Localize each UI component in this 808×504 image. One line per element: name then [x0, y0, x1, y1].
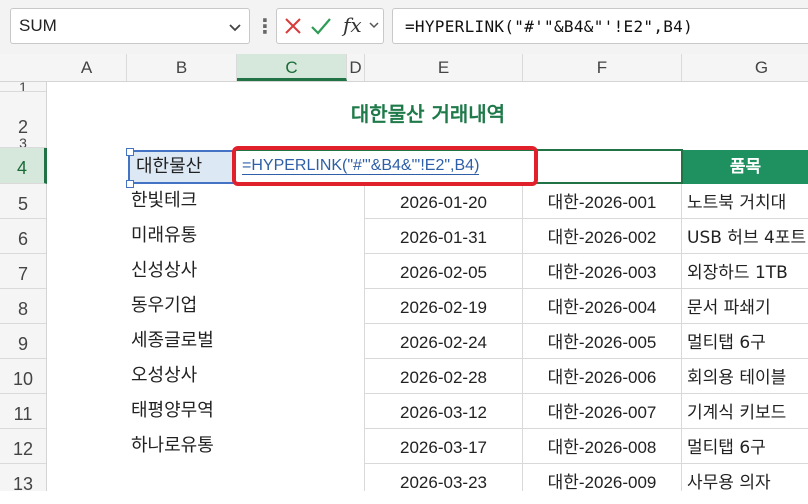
date-cell[interactable]: 2026-02-24 — [365, 326, 522, 360]
cell-b4[interactable]: 대한물산 — [128, 150, 237, 184]
item-cell[interactable]: 멀티탭 6구 — [685, 326, 808, 360]
code-cell[interactable]: 대한-2026-008 — [523, 431, 681, 465]
row-header-9[interactable]: 9 — [0, 324, 46, 359]
row-header-5[interactable]: 5 — [0, 184, 46, 219]
chevron-down-icon[interactable] — [227, 19, 243, 35]
name-box-value: SUM — [19, 16, 57, 35]
date-cell[interactable]: 2026-01-20 — [365, 186, 522, 220]
insert-function-icon[interactable]: fx — [343, 11, 367, 39]
code-cell[interactable]: 대한-2026-007 — [523, 396, 681, 430]
column-header-c[interactable]: C — [237, 54, 347, 81]
code-cell[interactable]: 대한-2026-003 — [523, 256, 681, 290]
column-header-a[interactable]: A — [47, 54, 127, 81]
formula-text: =HYPERLINK("#'"&B4&"'!E2",B4) — [405, 17, 694, 36]
company-cell[interactable]: 하나로유통 — [131, 429, 214, 463]
code-cell[interactable]: 대한-2026-001 — [523, 186, 681, 220]
column-header-b[interactable]: B — [127, 54, 237, 81]
company-cell[interactable]: 미래유통 — [131, 219, 197, 253]
item-cell[interactable]: 외장하드 1TB — [685, 256, 808, 290]
code-cell[interactable]: 대한-2026-006 — [523, 361, 681, 395]
date-cell[interactable]: 2026-02-28 — [365, 361, 522, 395]
code-cell[interactable]: 대한-2026-009 — [523, 466, 681, 500]
formula-input[interactable]: =HYPERLINK("#'"&B4&"'!E2",B4) — [392, 8, 808, 44]
item-cell[interactable]: 노트북 거치대 — [685, 186, 808, 220]
company-cell[interactable]: 태평양무역 — [131, 394, 214, 428]
company-cell[interactable]: 세종글로벌 — [131, 324, 214, 358]
company-cell[interactable]: 한빛테크 — [131, 184, 197, 218]
more-options-icon[interactable]: ⋮ — [255, 10, 275, 42]
date-cell[interactable]: 2026-03-23 — [365, 466, 522, 500]
item-cell[interactable]: 회의용 테이블 — [685, 361, 808, 395]
highlight-box — [232, 146, 538, 186]
column-header-g[interactable]: G — [682, 54, 808, 81]
row-header-4[interactable]: 4 — [0, 148, 47, 184]
date-cell[interactable]: 2026-03-17 — [365, 431, 522, 465]
date-cell[interactable]: 2026-03-12 — [365, 396, 522, 430]
gridline — [681, 184, 682, 491]
row-header-1[interactable]: 1 — [0, 82, 46, 92]
item-cell[interactable]: 멀티탭 6구 — [685, 431, 808, 465]
checkmark-icon[interactable] — [310, 15, 332, 37]
row-header-7[interactable]: 7 — [0, 254, 46, 289]
item-cell[interactable]: 사무용 의자 — [685, 466, 808, 500]
selection-handle[interactable] — [126, 148, 134, 156]
column-header-d[interactable]: D — [347, 54, 365, 81]
row-header-8[interactable]: 8 — [0, 289, 46, 324]
row-header-12[interactable]: 12 — [0, 429, 46, 464]
code-cell[interactable]: 대한-2026-002 — [523, 221, 681, 255]
column-header-row: A B C D E F G — [0, 54, 808, 82]
row-header-13[interactable]: 13 — [0, 464, 46, 494]
code-cell[interactable]: 대한-2026-004 — [523, 291, 681, 325]
name-box[interactable]: SUM — [10, 8, 250, 44]
company-cell[interactable]: 동우기업 — [131, 289, 197, 323]
cancel-icon[interactable] — [283, 16, 303, 36]
column-header-f[interactable]: F — [523, 54, 682, 81]
row-header-6[interactable]: 6 — [0, 219, 46, 254]
row-header-3[interactable]: 3 — [0, 138, 46, 148]
column-header-e[interactable]: E — [365, 54, 523, 81]
code-cell[interactable]: 대한-2026-005 — [523, 326, 681, 360]
company-cell[interactable]: 오성상사 — [131, 359, 197, 393]
chevron-down-icon[interactable] — [368, 19, 380, 31]
row-header-column: 1 2 3 4 5 6 7 8 9 10 11 12 13 — [0, 82, 47, 494]
row-header-10[interactable]: 10 — [0, 359, 46, 394]
row-header-11[interactable]: 11 — [0, 394, 46, 429]
company-cell[interactable]: 신성상사 — [131, 254, 197, 288]
item-cell[interactable]: 기계식 키보드 — [685, 396, 808, 430]
formula-bar: SUM ⋮ fx =HYPERLINK("#'"&B4&"'!E2",B4) — [0, 0, 808, 54]
item-cell[interactable]: USB 허브 4포트 — [685, 221, 808, 255]
date-cell[interactable]: 2026-02-05 — [365, 256, 522, 290]
date-cell[interactable]: 2026-02-19 — [365, 291, 522, 325]
date-cell[interactable]: 2026-01-31 — [365, 221, 522, 255]
item-cell[interactable]: 문서 파쇄기 — [685, 291, 808, 325]
sheet-title[interactable]: 대한물산 거래내역 — [48, 98, 808, 127]
table-header-item[interactable]: 품목 — [683, 150, 808, 184]
